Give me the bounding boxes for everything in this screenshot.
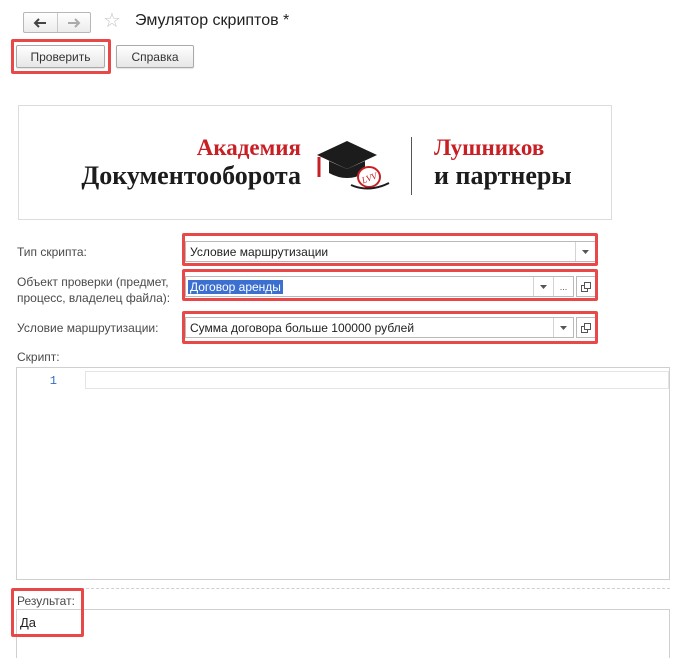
- check-object-input[interactable]: Договор аренды ...: [185, 276, 574, 297]
- routing-condition-label: Условие маршрутизации:: [17, 321, 159, 335]
- navigation-buttons: [23, 12, 91, 33]
- script-type-label: Тип скрипта:: [17, 245, 87, 259]
- arrow-left-icon: [33, 17, 47, 28]
- window-title: Эмулятор скриптов *: [135, 12, 290, 29]
- select-button[interactable]: ...: [553, 277, 573, 296]
- line-number: 1: [49, 374, 57, 388]
- check-object-label-line1: Объект проверки (предмет,: [17, 275, 169, 289]
- open-condition-button[interactable]: [576, 317, 596, 338]
- routing-condition-input[interactable]: Сумма договора больше 100000 рублей: [185, 317, 574, 338]
- open-window-icon: [581, 322, 591, 333]
- logo-academy-text: Академия Документооборота: [81, 135, 301, 191]
- script-type-select[interactable]: Условие маршрутизации: [185, 241, 596, 262]
- script-type-value: Условие маршрутизации: [190, 244, 329, 259]
- logo-academy-line1: Академия: [196, 135, 301, 160]
- chevron-down-icon: [560, 325, 567, 330]
- divider: [16, 588, 670, 589]
- open-window-icon: [581, 281, 591, 292]
- script-label: Скрипт:: [17, 350, 60, 364]
- result-value: Да: [20, 615, 37, 630]
- check-object-value: Договор аренды: [188, 279, 283, 294]
- back-button[interactable]: [24, 13, 57, 32]
- dropdown-button[interactable]: [553, 318, 573, 337]
- logo-divider: [411, 137, 412, 195]
- forward-button[interactable]: [56, 13, 91, 32]
- result-field[interactable]: [16, 609, 670, 658]
- dropdown-button[interactable]: [575, 242, 595, 261]
- code-line[interactable]: [85, 371, 669, 389]
- logo-partners-line2: и партнеры: [434, 161, 572, 190]
- company-logo-banner: Академия Документооборота LVV Лушников и…: [18, 105, 612, 220]
- routing-condition-value: Сумма договора больше 100000 рублей: [190, 320, 415, 335]
- chevron-down-icon: [582, 249, 589, 254]
- logo-partners-text: Лушников и партнеры: [434, 135, 572, 191]
- chevron-down-icon: [540, 284, 547, 289]
- check-object-label-line2: процесс, владелец файла):: [17, 291, 171, 305]
- script-editor[interactable]: 1: [16, 367, 670, 580]
- help-button[interactable]: Справка: [116, 45, 194, 68]
- check-button[interactable]: Проверить: [16, 45, 105, 68]
- open-object-button[interactable]: [576, 276, 596, 297]
- logo-partners-line1: Лушников: [434, 135, 545, 160]
- result-label: Результат:: [17, 594, 75, 608]
- arrow-right-icon: [67, 17, 81, 28]
- dropdown-button[interactable]: [533, 277, 553, 296]
- logo-academy-line2: Документооборота: [81, 161, 301, 190]
- graduation-cap-icon: LVV: [317, 141, 390, 190]
- star-icon[interactable]: ☆: [103, 11, 121, 31]
